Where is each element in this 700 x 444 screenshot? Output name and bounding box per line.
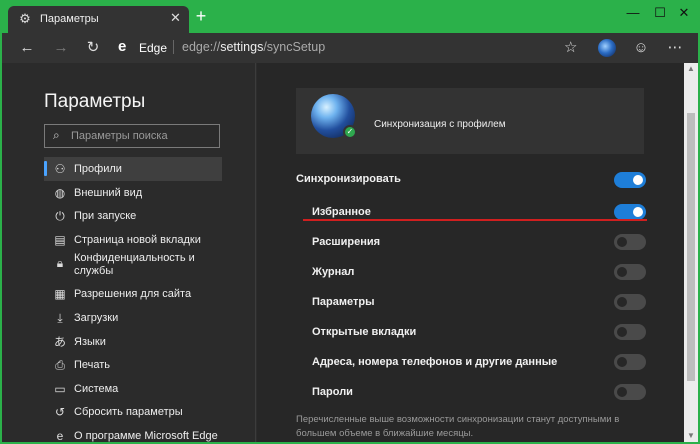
- browser-name: Edge: [139, 41, 168, 55]
- sidebar-item-label: Загрузки: [74, 311, 119, 324]
- settings-sidebar: Параметры ⌕ Параметры поиска ⚇ Профили ◍ Вн…: [2, 63, 256, 442]
- tab-close-icon[interactable]: ✕: [170, 10, 181, 26]
- url-prefix: edge://: [182, 40, 221, 54]
- sidebar-item-label: Конфиденциальность и службы: [74, 252, 195, 278]
- sync-settings-panel: ✓ Синхронизация с профилем Синхронизиров…: [257, 63, 684, 442]
- search-placeholder: Параметры поиска: [71, 130, 168, 142]
- sidebar-item-label: Языки: [74, 335, 106, 348]
- sync-toggle[interactable]: [614, 204, 646, 220]
- settings-title: Параметры: [44, 91, 146, 112]
- back-arrow-icon[interactable]: ←: [18, 39, 36, 57]
- sidebar-item-label: Печать: [74, 359, 111, 372]
- sync-row-label: Журнал: [312, 266, 355, 278]
- address-separator: [173, 40, 174, 54]
- sidebar-item-label: Разрешения для сайта: [74, 288, 192, 301]
- printer-icon: ⎙: [55, 358, 65, 373]
- scroll-thumb[interactable]: [687, 113, 695, 381]
- sync-toggle[interactable]: [614, 324, 646, 340]
- feedback-smiley-icon[interactable]: ☺: [632, 39, 650, 57]
- sidebar-item-4[interactable]: 🔒︎ Конфиденциальность и службы: [44, 251, 222, 282]
- address-url[interactable]: edge://settings/syncSetup: [182, 40, 325, 54]
- close-window-button[interactable]: ✕: [668, 2, 698, 26]
- search-icon: ⌕: [53, 128, 60, 142]
- sync-toggle[interactable]: [614, 264, 646, 280]
- sidebar-item-label: Сбросить параметры: [74, 406, 183, 419]
- reset-icon: ↺: [54, 405, 66, 420]
- sidebar-item-7[interactable]: あ Языки: [44, 330, 222, 354]
- settings-nav: ⚇ Профили ◍ Внешний вид ⏻ При запуске ▤ Страниц…: [44, 157, 222, 442]
- sync-toggle[interactable]: [614, 294, 646, 310]
- tab-strip: ⚙ Параметры ✕ + — ☐ ✕: [2, 2, 698, 33]
- edge-icon: e: [56, 428, 64, 442]
- tab-settings[interactable]: ⚙ Параметры ✕: [8, 6, 189, 33]
- sync-heading: Синхронизировать: [296, 173, 401, 185]
- sidebar-item-8[interactable]: ⎙ Печать: [44, 353, 222, 377]
- profile-card: ✓ Синхронизация с профилем: [296, 88, 644, 154]
- more-menu-icon[interactable]: ⋯: [666, 39, 684, 57]
- palette-icon: ◍: [54, 185, 66, 200]
- sidebar-item-label: О программе Microsoft Edge: [74, 429, 218, 442]
- sync-row: Параметры: [312, 293, 647, 313]
- sync-row: Журнал: [312, 263, 647, 283]
- sync-row-label: Избранное: [312, 206, 371, 218]
- url-rest: /syncSetup: [263, 40, 326, 54]
- sync-footnote: Перечисленные выше возможности синхрониз…: [296, 414, 620, 439]
- sidebar-item-6[interactable]: ⤓ Загрузки: [44, 306, 222, 330]
- scroll-up-icon[interactable]: ▲: [684, 63, 698, 75]
- sidebar-item-2[interactable]: ⏻ При запуске: [44, 204, 222, 228]
- sidebar-item-label: Система: [74, 382, 119, 395]
- address-bar[interactable]: e Edge edge://settings/syncSetup ☆: [110, 37, 590, 59]
- sync-check-icon: ✓: [343, 125, 357, 139]
- highlight-underline: [303, 219, 647, 221]
- sidebar-item-1[interactable]: ◍ Внешний вид: [44, 181, 222, 205]
- toolbar: ← → ↻ e Edge edge://settings/syncSetup ☆…: [2, 33, 698, 63]
- sync-row: Расширения: [312, 233, 647, 253]
- sidebar-item-9[interactable]: ▭ Система: [44, 377, 222, 401]
- sync-master-toggle[interactable]: [614, 172, 646, 188]
- refresh-icon[interactable]: ↻: [84, 39, 102, 57]
- sync-row-label: Пароли: [312, 386, 353, 398]
- download-icon: ⤓: [57, 310, 63, 325]
- sync-row-label: Открытые вкладки: [312, 326, 417, 338]
- sync-row: Адреса, номера телефонов и другие данные: [312, 353, 647, 373]
- sidebar-item-11[interactable]: e О программе Microsoft Edge: [44, 424, 222, 442]
- person-icon: ⚇: [54, 162, 66, 176]
- system-icon: ▭: [54, 381, 66, 396]
- browser-window: ⚙ Параметры ✕ + — ☐ ✕ ← → ↻ e Edge edge:…: [2, 2, 698, 442]
- sync-row-label: Адреса, номера телефонов и другие данные: [312, 356, 558, 368]
- settings-search-input[interactable]: ⌕ Параметры поиска: [44, 124, 220, 148]
- sidebar-item-label: Профили: [74, 163, 122, 175]
- sync-row-label: Параметры: [312, 296, 375, 308]
- sidebar-item-label: Внешний вид: [74, 186, 143, 199]
- sync-row: Пароли: [312, 383, 647, 403]
- favorite-star-icon[interactable]: ☆: [564, 38, 577, 56]
- tab-title: Параметры: [40, 13, 99, 25]
- sync-row-label: Расширения: [312, 236, 381, 248]
- lock-icon: 🔒︎: [56, 256, 64, 271]
- edge-logo-icon: e: [118, 38, 127, 55]
- language-icon: あ: [53, 334, 66, 349]
- sidebar-item-3[interactable]: ▤ Страница новой вкладки: [44, 228, 222, 252]
- power-icon: ⏻: [55, 209, 65, 224]
- url-bold: settings: [220, 40, 264, 54]
- sync-toggle[interactable]: [614, 384, 646, 400]
- main-scrollbar[interactable]: ▲ ▼: [684, 63, 698, 442]
- sync-toggle[interactable]: [614, 354, 646, 370]
- sidebar-item-10[interactable]: ↺ Сбросить параметры: [44, 400, 222, 424]
- sidebar-item-label: При запуске: [74, 210, 137, 223]
- forward-arrow-icon[interactable]: →: [52, 39, 70, 57]
- site-permissions-icon: ▦: [54, 287, 66, 302]
- sidebar-item-label: Страница новой вкладки: [74, 233, 201, 246]
- sidebar-item-0[interactable]: ⚇ Профили: [44, 157, 222, 181]
- newtab-icon: ▤: [54, 232, 66, 247]
- profile-sync-text: Синхронизация с профилем: [374, 119, 506, 130]
- sync-toggle[interactable]: [614, 234, 646, 250]
- sync-row: Открытые вкладки: [312, 323, 647, 343]
- new-tab-button[interactable]: +: [192, 7, 210, 25]
- sidebar-item-5[interactable]: ▦ Разрешения для сайта: [44, 282, 222, 306]
- profile-avatar-button[interactable]: [598, 39, 616, 57]
- gear-icon: ⚙: [19, 11, 31, 26]
- scroll-down-icon[interactable]: ▼: [684, 430, 698, 442]
